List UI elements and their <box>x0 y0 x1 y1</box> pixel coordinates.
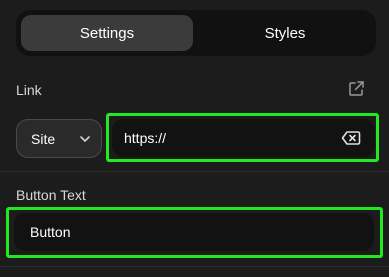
tab-bar: Settings Styles <box>16 10 376 56</box>
site-select[interactable]: Site <box>16 119 102 158</box>
tab-styles[interactable]: Styles <box>199 15 371 51</box>
button-text-label: Button Text <box>16 187 86 203</box>
site-select-value: Site <box>31 130 56 147</box>
button-text-input-value: Button <box>30 224 71 240</box>
backspace-clear-icon[interactable] <box>341 130 361 146</box>
bottom-divider <box>0 266 389 267</box>
button-text-input[interactable]: Button <box>14 213 374 251</box>
external-link-icon[interactable] <box>347 80 365 98</box>
chevron-down-icon <box>80 136 90 142</box>
url-input[interactable]: https:// <box>112 119 375 157</box>
url-input-value: https:// <box>124 130 167 146</box>
settings-panel: Settings Styles Link Site https:// Butto… <box>0 0 389 277</box>
section-divider <box>0 171 389 172</box>
link-label: Link <box>16 82 42 98</box>
tab-settings[interactable]: Settings <box>21 15 193 51</box>
